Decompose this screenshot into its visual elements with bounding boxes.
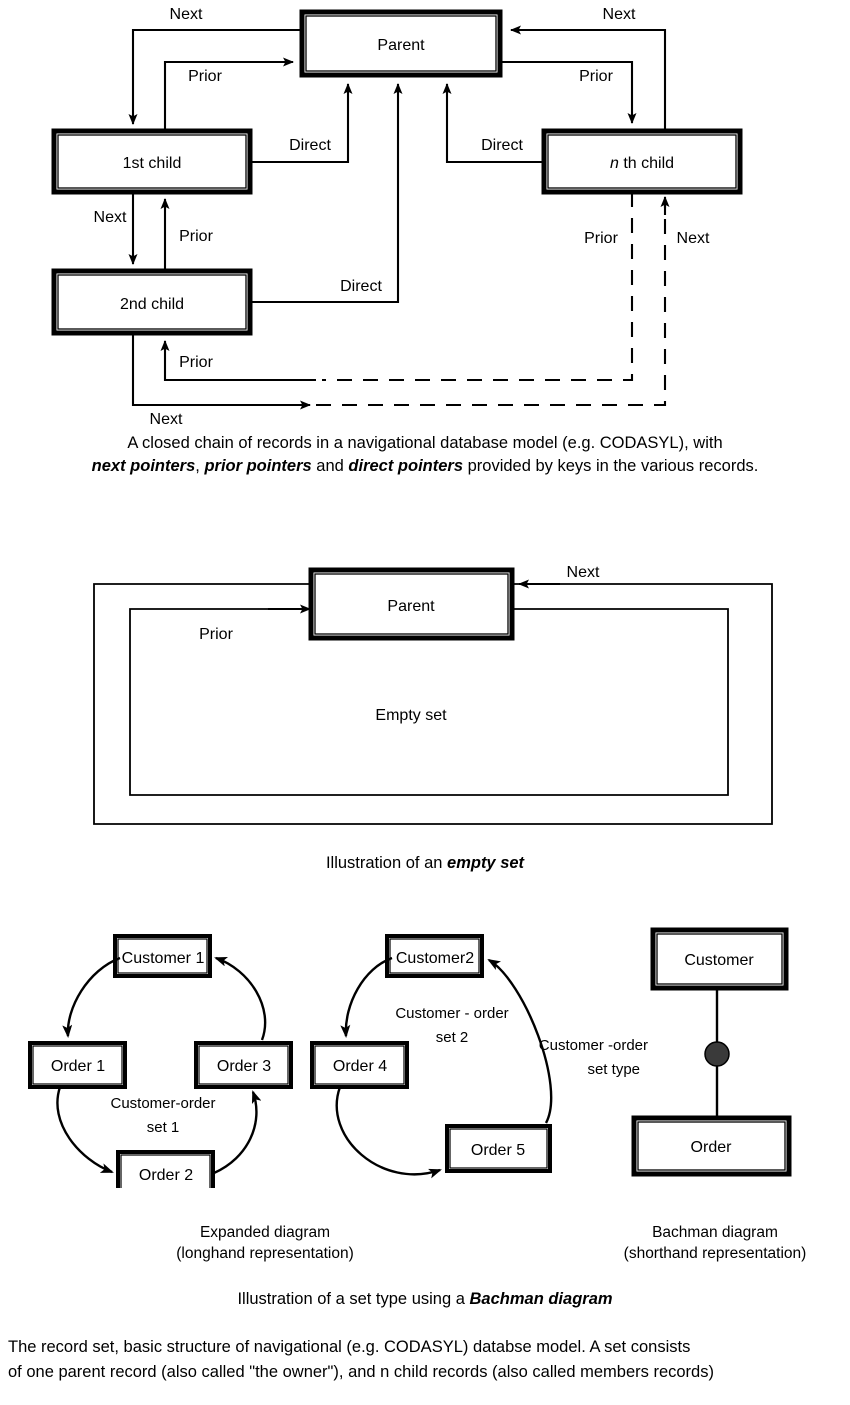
set1-label-line2: set 1 xyxy=(147,1119,180,1136)
subcaption-bachman-line2: (shorthand representation) xyxy=(623,1245,807,1262)
node-bachman-order: Order xyxy=(631,1115,792,1177)
node-customer-2: Customer2 xyxy=(385,934,484,978)
node-bachman-customer-label: Customer xyxy=(684,952,754,969)
node-order-5-label: Order 5 xyxy=(471,1142,525,1159)
caption1-line2: next pointers, prior pointers and direct… xyxy=(0,455,850,478)
figure-closed-chain: Parent 1st child 2nd child n th child Ne… xyxy=(51,6,743,425)
node-order-1-label: Order 1 xyxy=(51,1058,105,1075)
box-nth-child: n th child xyxy=(541,128,743,195)
node-order-2-label: Order 2 xyxy=(139,1167,193,1184)
box-nth-child-label: n th child xyxy=(610,155,674,172)
caption1-tail: provided by keys in the various records. xyxy=(463,457,759,475)
bachman-set-type-line1: Customer -order xyxy=(539,1037,648,1054)
set2-label-line1: Customer - order xyxy=(395,1005,508,1022)
figure-set-type: Customer 1 Order 1 Order 2 Order 3 Custo… xyxy=(28,927,792,1188)
box-nth-child-label-italic: n xyxy=(610,155,619,172)
node-order-1: Order 1 xyxy=(28,1041,127,1089)
node-order-5: Order 5 xyxy=(445,1124,552,1173)
set2-label-line2: set 2 xyxy=(436,1029,469,1046)
node-order-2: Order 2 xyxy=(116,1150,215,1188)
body-text-block: The record set, basic structure of navig… xyxy=(8,1335,844,1385)
node-customer-2-label: Customer2 xyxy=(396,950,474,967)
edge-label-next-empty-set: Next xyxy=(567,564,600,581)
subcaption-bachman: Bachman diagram (shorthand representatio… xyxy=(290,1222,850,1264)
node-bachman-order-label: Order xyxy=(691,1139,733,1156)
caption-set-type: Illustration of a set type using a Bachm… xyxy=(0,1288,850,1311)
box-parent-label: Parent xyxy=(377,37,425,54)
node-bachman-customer: Customer xyxy=(650,927,789,991)
subcaption-bachman-line1: Bachman diagram xyxy=(652,1224,778,1241)
box-first-child-label: 1st child xyxy=(123,155,182,172)
box-parent-empty-set: Parent xyxy=(308,567,515,641)
box-parent: Parent xyxy=(299,9,503,78)
box-second-child-label: 2nd child xyxy=(120,296,184,313)
set-type-connector-dot xyxy=(704,1041,730,1067)
caption-empty-set: Illustration of an empty set xyxy=(0,852,850,875)
edge-label-prior-left-mid: Prior xyxy=(179,228,213,245)
caption3-emphasis: Bachman diagram xyxy=(469,1290,613,1308)
edge-label-prior-empty-set: Prior xyxy=(199,626,233,643)
page-root: Parent 1st child 2nd child n th child Ne… xyxy=(0,0,850,1405)
edge-label-next-top-left: Next xyxy=(170,6,203,23)
edge-label-direct-bottom: Direct xyxy=(340,278,382,295)
edge-label-prior-top-right: Prior xyxy=(579,68,613,85)
edge-label-prior-right-bottom: Prior xyxy=(584,230,618,247)
caption1-next-pointers: next pointers xyxy=(91,457,196,475)
node-order-4: Order 4 xyxy=(310,1041,409,1089)
caption1-sep2: and xyxy=(311,457,349,475)
edge-label-next-top-right: Next xyxy=(603,6,636,23)
caption2-line: Illustration of an empty set xyxy=(0,852,850,875)
caption-closed-chain: A closed chain of records in a navigatio… xyxy=(0,432,850,478)
box-nth-child-label-rest: th child xyxy=(619,155,674,172)
edge-label-direct-left: Direct xyxy=(289,137,331,154)
edge-label-direct-right: Direct xyxy=(481,137,523,154)
set1-label-line1: Customer-order xyxy=(110,1095,215,1112)
node-order-4-label: Order 4 xyxy=(333,1058,387,1075)
node-customer-1: Customer 1 xyxy=(113,934,212,978)
bachman-set-type-line2: set type xyxy=(587,1061,640,1078)
caption2-prefix: Illustration of an xyxy=(325,854,448,872)
node-order-3: Order 3 xyxy=(194,1041,293,1089)
box-second-child: 2nd child xyxy=(51,268,253,336)
edge-label-next-left-mid: Next xyxy=(94,209,127,226)
box-first-child: 1st child xyxy=(51,128,253,195)
edge-label-next-right-bottom: Next xyxy=(677,230,710,247)
node-order-3-label: Order 3 xyxy=(217,1058,271,1075)
body-text-line2: of one parent record (also called "the o… xyxy=(8,1363,714,1381)
caption3-prefix: Illustration of a set type using a xyxy=(237,1290,470,1308)
caption1-prior-pointers: prior pointers xyxy=(204,457,312,475)
caption1-direct-pointers: direct pointers xyxy=(348,457,464,475)
caption2-emphasis: empty set xyxy=(447,854,525,872)
edge-label-prior-top-left: Prior xyxy=(188,68,222,85)
figure-empty-set: Parent Next Prior Empty set xyxy=(93,564,773,825)
caption1-line1: A closed chain of records in a navigatio… xyxy=(127,434,723,452)
body-text-line1: The record set, basic structure of navig… xyxy=(8,1338,691,1356)
box-parent-empty-set-label: Parent xyxy=(387,598,435,615)
node-customer-1-label: Customer 1 xyxy=(122,950,205,967)
edge-label-next-bottom-left: Next xyxy=(150,411,183,425)
caption3-line: Illustration of a set type using a Bachm… xyxy=(0,1288,850,1311)
empty-set-label: Empty set xyxy=(375,707,447,724)
edge-label-prior-bottom-left: Prior xyxy=(179,354,213,371)
